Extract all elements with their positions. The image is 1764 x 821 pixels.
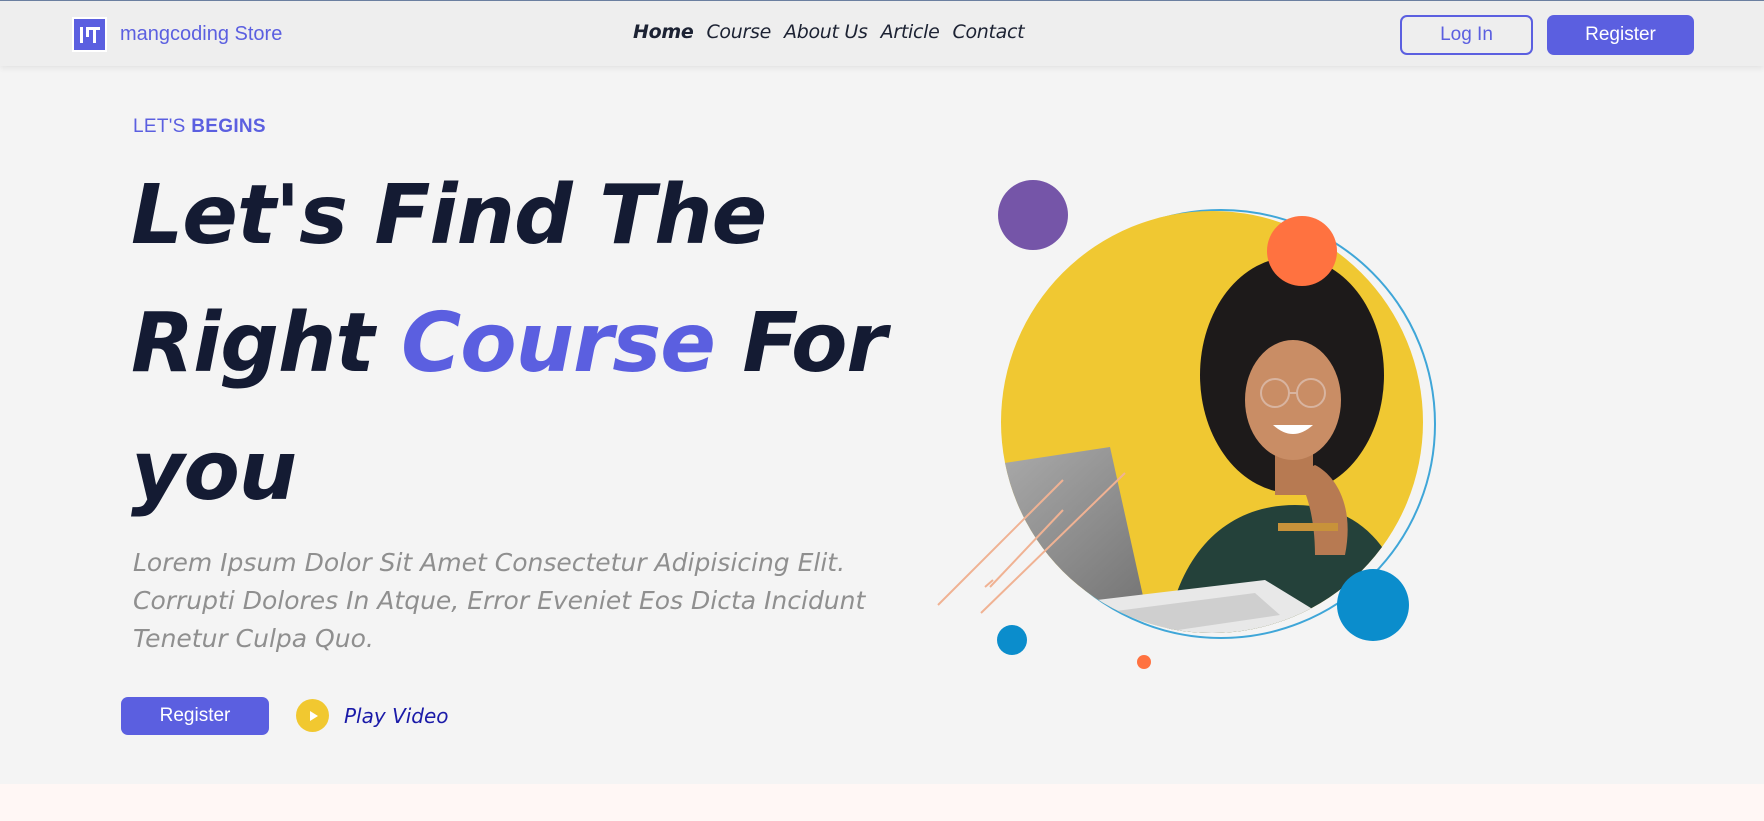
headline-line2-start: Right (131, 296, 375, 391)
play-video-button[interactable]: Play Video (296, 699, 449, 732)
student-with-laptop-illustration (937, 180, 1436, 669)
nav-contact[interactable]: Contact (952, 21, 1024, 43)
headline-line1: Let's Find The (131, 168, 767, 263)
mangcoding-logo-icon (72, 17, 107, 52)
nav-home[interactable]: Home (633, 21, 694, 43)
nav-course[interactable]: Course (706, 21, 771, 43)
nav-about-us[interactable]: About Us (784, 21, 868, 43)
hero-illustration (935, 175, 1455, 685)
eyebrow-emphasis: BEGINS (191, 116, 266, 137)
headline-accent: Course (401, 296, 716, 391)
hero-lead-text: Lorem Ipsum Dolor Sit Amet Consectetur A… (133, 548, 866, 653)
hero-headline: Let's Find The Right Course For you (131, 152, 891, 536)
play-icon (296, 699, 329, 732)
play-video-label: Play Video (344, 703, 449, 728)
nav-article[interactable]: Article (881, 21, 940, 43)
header-register-button[interactable]: Register (1547, 15, 1694, 55)
headline-line2-end: For (742, 296, 886, 391)
main-nav: Home Course About Us Article Contact (633, 21, 1025, 43)
brand[interactable]: mangcoding Store (72, 17, 282, 52)
hero-register-button[interactable]: Register (121, 697, 269, 735)
eyebrow-prefix: LET'S (133, 116, 186, 137)
brand-name: mangcoding Store (120, 23, 283, 45)
next-section-edge (0, 784, 1764, 821)
headline-line3: you (131, 424, 297, 519)
hero-eyebrow: LET'S BEGINS (133, 116, 266, 138)
login-button[interactable]: Log In (1400, 15, 1533, 55)
top-navbar: mangcoding Store Home Course About Us Ar… (0, 0, 1764, 66)
